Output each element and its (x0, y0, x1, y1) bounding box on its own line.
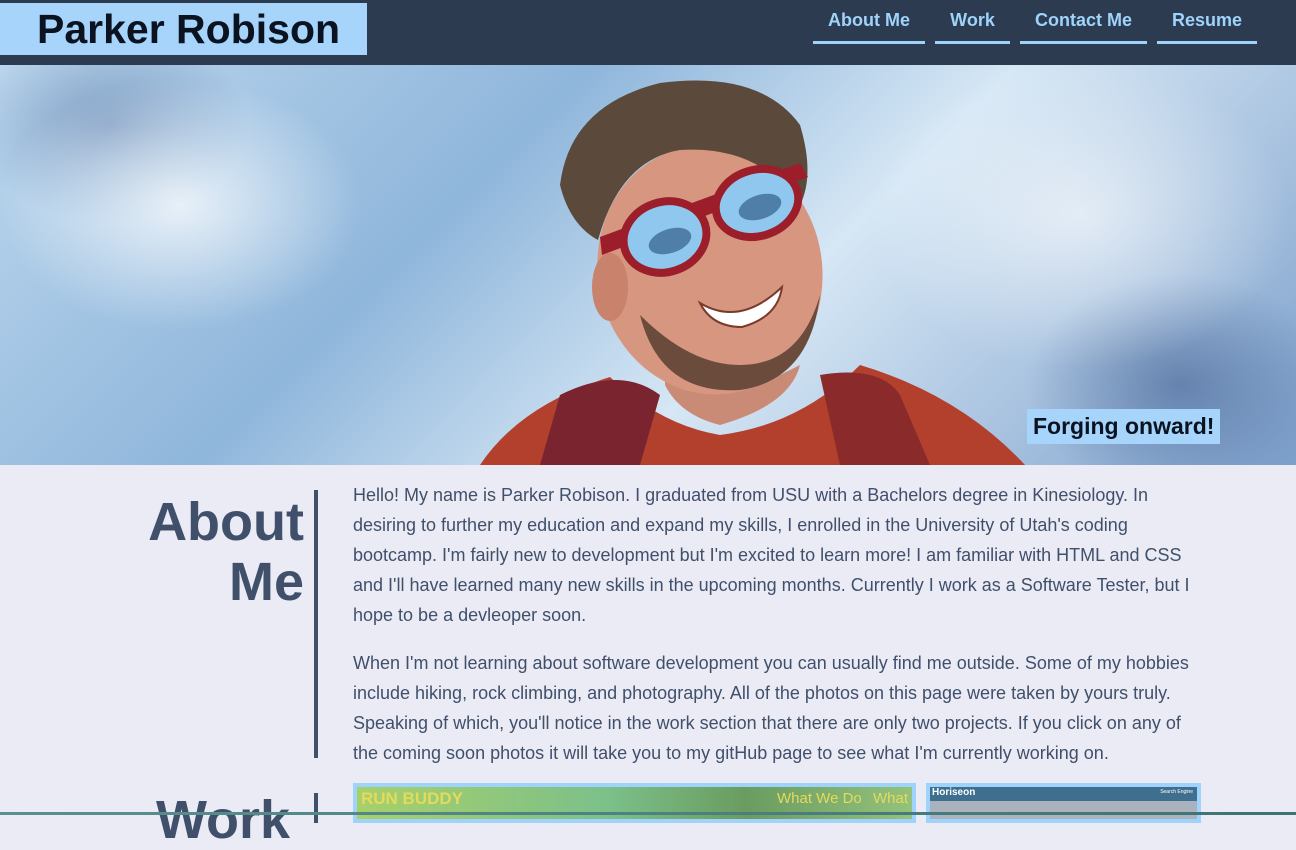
about-paragraph-1: Hello! My name is Parker Robison. I grad… (353, 485, 1190, 625)
project-title-run-buddy: RUN BUDDY (361, 789, 463, 808)
nav-about-me[interactable]: About Me (813, 10, 925, 44)
nav-work[interactable]: Work (935, 10, 1010, 44)
project-card-run-buddy[interactable]: RUN BUDDY What We Do What (353, 783, 916, 823)
about-divider (314, 490, 318, 758)
hero-portrait-photo (480, 80, 1025, 465)
project-nav-search-engine: Search Engine (1160, 789, 1193, 795)
site-header: Parker Robison About Me Work Contact Me … (0, 0, 1296, 65)
about-title-line2: Me (228, 552, 304, 612)
about-text: Hello! My name is Parker Robison. I grad… (353, 480, 1203, 786)
nav-contact-me[interactable]: Contact Me (1020, 10, 1147, 44)
project-card-horiseon[interactable]: Horiseon Search Engine (926, 783, 1201, 823)
project-nav-what-we-do: What We Do (777, 790, 862, 807)
about-title-line1: About (148, 492, 304, 552)
project-title-horiseon: Horiseon (932, 787, 976, 798)
hero-banner: Forging onward! (0, 65, 1296, 465)
work-title: Work (155, 790, 290, 850)
site-name[interactable]: Parker Robison (0, 3, 367, 55)
work-divider (314, 793, 318, 823)
about-title: About Me (4, 492, 304, 612)
nav-resume[interactable]: Resume (1157, 10, 1257, 44)
hero-caption: Forging onward! (1027, 409, 1221, 444)
about-paragraph-2: When I'm not learning about software dev… (353, 653, 1189, 763)
project-nav-what: What (873, 790, 909, 807)
